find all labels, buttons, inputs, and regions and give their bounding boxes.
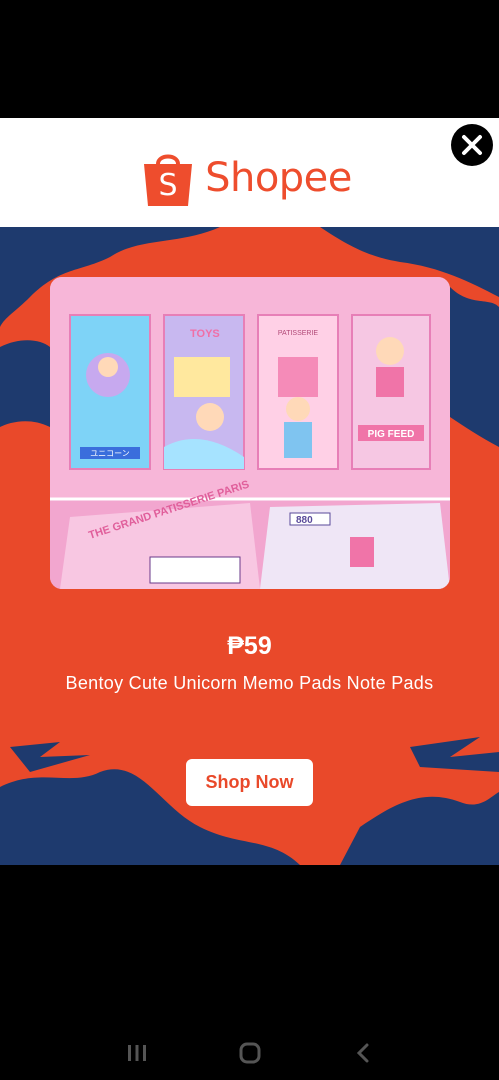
- shopping-bag-icon: S: [144, 154, 193, 206]
- memo-pad-3: PATISSERIE: [257, 314, 339, 470]
- ad-body: ユニコーン TOYS PATISSERIE PIG FEED THE GRAND…: [0, 227, 499, 865]
- svg-text:ユニコーン: ユニコーン: [90, 449, 130, 458]
- svg-text:S: S: [159, 168, 178, 203]
- product-image[interactable]: ユニコーン TOYS PATISSERIE PIG FEED THE GRAND…: [50, 277, 450, 589]
- memo-pads-photo: ユニコーン TOYS PATISSERIE PIG FEED THE GRAND…: [50, 277, 450, 589]
- shop-now-button[interactable]: Shop Now: [186, 759, 313, 806]
- close-button[interactable]: [451, 124, 493, 166]
- brand-name: Shopee: [205, 154, 352, 201]
- home-button[interactable]: [230, 1033, 270, 1073]
- svg-text:880: 880: [296, 515, 313, 526]
- svg-text:PATISSERIE: PATISSERIE: [278, 330, 319, 337]
- close-icon: [462, 135, 482, 155]
- recent-apps-button[interactable]: [117, 1033, 157, 1073]
- home-icon: [239, 1042, 260, 1063]
- product-price: ₱59: [227, 632, 272, 660]
- memo-pad-1: ユニコーン: [69, 314, 151, 470]
- back-icon: [356, 1043, 368, 1062]
- ad-dialog[interactable]: S Shopee ユニコーン TOYS PATISSERIE PIG FEED …: [0, 118, 499, 865]
- system-nav-bar: [0, 1025, 499, 1080]
- shopee-logo: S Shopee: [141, 148, 352, 208]
- memo-pad-lower-right: 880: [260, 503, 450, 589]
- svg-text:PIG FEED: PIG FEED: [368, 429, 415, 440]
- screen: S Shopee ユニコーン TOYS PATISSERIE PIG FEED …: [0, 0, 499, 1080]
- svg-text:TOYS: TOYS: [190, 328, 220, 340]
- product-title: Bentoy Cute Unicorn Memo Pads Note Pads: [65, 673, 434, 693]
- memo-pad-2: TOYS: [163, 314, 245, 470]
- memo-pad-4: PIG FEED: [351, 314, 431, 470]
- ad-header: S Shopee: [0, 118, 499, 227]
- back-button[interactable]: [343, 1033, 383, 1073]
- recent-apps-icon: [127, 1044, 146, 1061]
